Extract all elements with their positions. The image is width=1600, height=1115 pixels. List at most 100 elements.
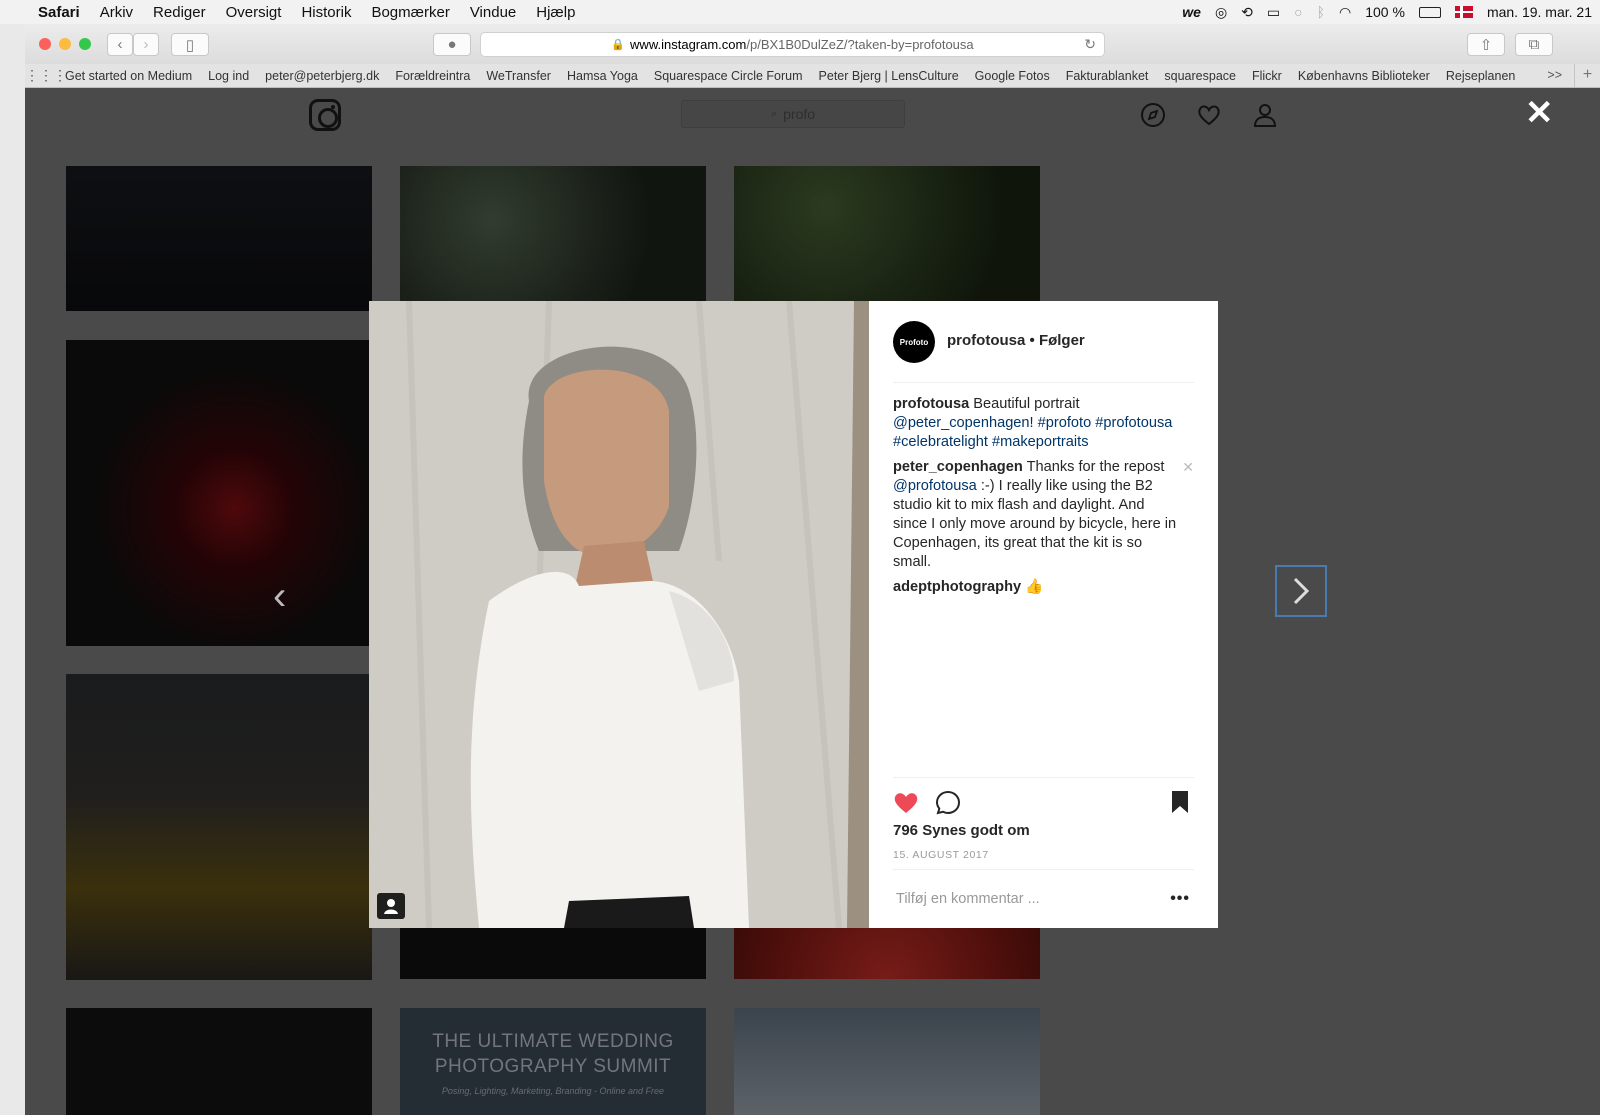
more-options-button[interactable]: ••• [1170, 890, 1190, 908]
tabs-overview-icon[interactable]: ⧉ [1515, 33, 1553, 56]
share-icon[interactable]: ⇧ [1467, 33, 1505, 56]
heart-icon[interactable] [893, 790, 919, 814]
mac-menubar: Safari Arkiv Rediger Oversigt Historik B… [0, 0, 1600, 24]
menu-bogmaerker[interactable]: Bogmærker [371, 4, 449, 21]
comment-placeholder: Tilføj en kommentar ... [896, 891, 1040, 907]
bookmark-wetransfer[interactable]: WeTransfer [486, 69, 551, 83]
comment: adeptphotography 👍 [893, 578, 1194, 597]
comment-username[interactable]: profotousa [893, 396, 969, 412]
comment-username[interactable]: peter_copenhagen [893, 459, 1023, 475]
comment-text: Beautiful portrait [973, 396, 1080, 412]
bookmarks-bar: ⋮⋮⋮ Get started on Medium Log ind peter@… [25, 64, 1600, 88]
bookmark-email[interactable]: peter@peterbjerg.dk [265, 69, 379, 83]
close-window-button[interactable] [39, 38, 51, 50]
wifi-icon[interactable]: ◠ [1339, 4, 1351, 21]
mention-link[interactable]: @profotousa [893, 478, 977, 494]
danish-flag-icon[interactable] [1454, 6, 1473, 18]
bookmark-lensculture[interactable]: Peter Bjerg | LensCulture [819, 69, 959, 83]
bookmark-squarespace-forum[interactable]: Squarespace Circle Forum [654, 69, 803, 83]
caption: profotousa Beautiful portrait @peter_cop… [893, 395, 1194, 452]
bookmark-rejseplanen[interactable]: Rejseplanen [1446, 69, 1516, 83]
bookmark-google-fotos[interactable]: Google Fotos [975, 69, 1050, 83]
menu-rediger[interactable]: Rediger [153, 4, 206, 21]
search-text: profo [783, 106, 816, 122]
explore-compass-icon[interactable] [1140, 102, 1166, 128]
grid-photo[interactable] [66, 1008, 372, 1115]
bookmark-hamsa-yoga[interactable]: Hamsa Yoga [567, 69, 638, 83]
top-sites-grid-icon[interactable]: ⋮⋮⋮ [25, 67, 67, 84]
bookmark-flickr[interactable]: Flickr [1252, 69, 1282, 83]
menu-arkiv[interactable]: Arkiv [100, 4, 133, 21]
grid-photo-wedding-summit[interactable]: THE ULTIMATE WEDDING PHOTOGRAPHY SUMMIT … [400, 1008, 706, 1115]
bookmark-save-icon[interactable] [1170, 790, 1190, 814]
add-comment-input[interactable]: Tilføj en kommentar ... ••• [893, 869, 1194, 928]
menu-app-safari[interactable]: Safari [38, 4, 80, 21]
grid-photo[interactable] [734, 166, 1040, 301]
post-author: profotousa • Følger [947, 332, 1085, 349]
post-sidebar: Profoto profotousa • Følger profotousa B… [869, 301, 1218, 928]
we-icon[interactable]: we [1182, 4, 1201, 20]
post-modal: Profoto profotousa • Følger profotousa B… [369, 301, 1218, 928]
profile-user-icon[interactable] [1252, 102, 1278, 128]
previous-post-chevron-left-icon[interactable]: ‹ [273, 576, 286, 616]
bookmark-foraeldreintra[interactable]: Forældreintra [395, 69, 470, 83]
grid-photo[interactable] [66, 674, 372, 980]
sidebar-toggle-icon[interactable]: ▯ [171, 33, 209, 56]
back-button[interactable]: ‹ [107, 33, 133, 56]
avatar-logo-text: Profoto [899, 337, 929, 347]
avatar[interactable]: Profoto [893, 321, 935, 363]
clock[interactable]: man. 19. mar. 21 [1487, 4, 1592, 20]
address-bar[interactable]: 🔒 www.instagram.com /p/BX1B0DulZeZ/?take… [480, 32, 1105, 57]
comment-text: ! [1029, 415, 1034, 431]
bookmark-log-ind[interactable]: Log ind [208, 69, 249, 83]
menu-vindue[interactable]: Vindue [470, 4, 516, 21]
comments-list: profotousa Beautiful portrait @peter_cop… [893, 395, 1194, 603]
close-modal-button[interactable]: ✕ [1525, 96, 1554, 130]
bookmark-medium[interactable]: Get started on Medium [65, 69, 192, 83]
grid-photo[interactable] [400, 166, 706, 301]
comment-bubble-icon[interactable] [935, 790, 961, 816]
tile-text-line1: THE ULTIMATE WEDDING [432, 1031, 674, 1052]
grid-photo[interactable] [66, 340, 372, 646]
bookmark-kbh-biblioteker[interactable]: Københavns Biblioteker [1298, 69, 1430, 83]
time-machine-icon[interactable]: ⟲ [1241, 4, 1253, 21]
search-input[interactable]: ⌕ profo [681, 100, 905, 128]
comment-username[interactable]: adeptphotography [893, 579, 1021, 595]
forward-button[interactable]: › [133, 33, 159, 56]
activity-heart-icon[interactable] [1196, 102, 1222, 128]
grid-photo[interactable] [734, 1008, 1040, 1115]
bluetooth-icon[interactable]: ᛒ [1317, 4, 1325, 20]
minimize-window-button[interactable] [59, 38, 71, 50]
zoom-window-button[interactable] [79, 38, 91, 50]
delete-comment-icon[interactable]: ✕ [1182, 458, 1194, 477]
comment-text: Thanks for the repost [1026, 459, 1165, 475]
lock-icon: 🔒 [611, 39, 626, 51]
battery-icon [1418, 6, 1441, 18]
messages-icon[interactable]: ○ [1294, 4, 1302, 20]
bookmark-squarespace[interactable]: squarespace [1164, 69, 1236, 83]
new-tab-button[interactable]: + [1574, 64, 1600, 87]
menu-oversigt[interactable]: Oversigt [226, 4, 282, 21]
tagged-people-icon[interactable] [377, 893, 405, 919]
reload-icon[interactable]: ↻ [1084, 36, 1096, 53]
post-date[interactable]: 15. AUGUST 2017 [893, 849, 989, 861]
airplay-icon[interactable]: ▭ [1267, 4, 1280, 21]
battery-percent[interactable]: 100 % [1365, 4, 1405, 20]
author-username[interactable]: profotousa [947, 332, 1025, 349]
next-post-button[interactable] [1275, 565, 1327, 617]
post-photo[interactable] [369, 301, 869, 928]
instagram-logo-icon[interactable] [309, 99, 341, 131]
creative-cloud-icon[interactable]: ◎ [1215, 4, 1227, 21]
bookmark-fakturablanket[interactable]: Fakturablanket [1066, 69, 1149, 83]
bookmarks-more-button[interactable]: >> [1547, 68, 1562, 82]
mention-link[interactable]: @peter_copenhagen [893, 415, 1030, 431]
safari-window: ‹ › ▯ ● 🔒 www.instagram.com /p/BX1B0DulZ… [25, 24, 1600, 1115]
grid-photo[interactable] [66, 166, 372, 311]
instagram-header: ⌕ profo ✕ [25, 88, 1600, 140]
url-path: /p/BX1B0DulZeZ/?taken-by=profotousa [746, 37, 974, 52]
shield-extension-icon[interactable]: ● [433, 33, 471, 56]
menu-hjaelp[interactable]: Hjælp [536, 4, 575, 21]
menu-historik[interactable]: Historik [301, 4, 351, 21]
follow-status-button[interactable]: Følger [1039, 332, 1085, 349]
likes-count[interactable]: 796 Synes godt om [893, 822, 1030, 839]
